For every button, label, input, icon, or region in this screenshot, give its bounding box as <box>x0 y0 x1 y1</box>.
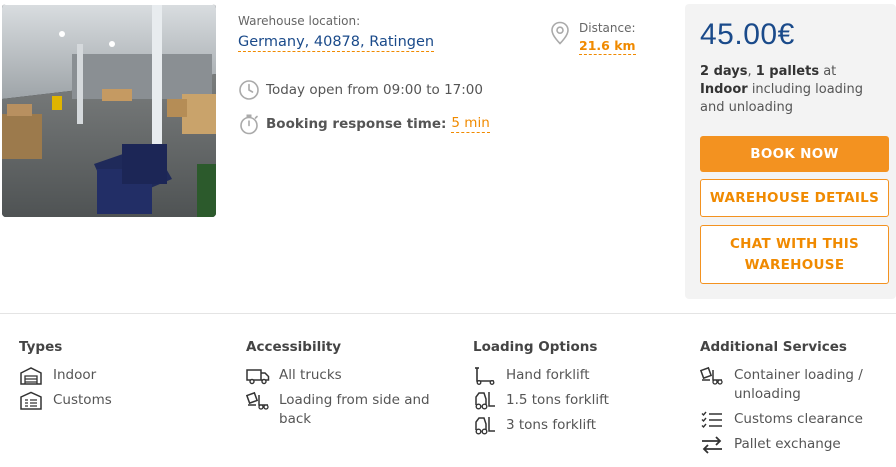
forklift-icon <box>473 416 497 435</box>
loading-1-5-tons: 1.5 tons forklift <box>506 392 609 408</box>
exchange-arrows-icon <box>700 435 724 454</box>
loading-hand-forklift: Hand forklift <box>506 367 590 383</box>
list-item: Indoor <box>19 366 219 385</box>
side-loading-icon <box>246 391 270 410</box>
distance-block: Distance: 21.6 km <box>550 21 636 55</box>
list-item: Hand forklift <box>473 366 673 385</box>
list-item: Loading from side and back <box>246 391 446 429</box>
additional-services-title: Additional Services <box>700 339 847 355</box>
offer-pallets: 1 pallets <box>755 64 820 79</box>
access-side-back: Loading from side and back <box>279 392 430 427</box>
booking-response-value: 5 min <box>451 115 490 133</box>
service-container-loading: Container loading / unloading <box>734 367 863 402</box>
warehouse-icon <box>19 366 43 385</box>
truck-icon <box>246 366 270 385</box>
types-section: Types Indoor Customs <box>19 339 219 416</box>
loading-options-section: Loading Options Hand forklift 1.5 tons f… <box>473 339 673 441</box>
container-loading-icon <box>700 366 724 385</box>
opening-hours-text: Today open from 09:00 to 17:00 <box>266 82 483 98</box>
accessibility-section: Accessibility All trucks Loading from si… <box>246 339 446 435</box>
distance-label: Distance: <box>579 21 636 35</box>
offer-at: at <box>819 64 837 79</box>
warehouse-photo[interactable] <box>2 4 216 217</box>
list-item: Pallet exchange <box>700 435 890 454</box>
list-item: 3 tons forklift <box>473 416 673 435</box>
loading-options-title: Loading Options <box>473 339 598 355</box>
list-item: All trucks <box>246 366 446 385</box>
stopwatch-icon <box>238 113 260 135</box>
book-now-button[interactable]: BOOK NOW <box>700 136 889 172</box>
booking-response-label: Booking response time: <box>266 116 447 132</box>
booking-response: Booking response time: 5 min <box>238 113 490 135</box>
distance-value: 21.6 km <box>579 38 636 55</box>
accessibility-title: Accessibility <box>246 339 342 355</box>
price-panel: 45.00€ 2 days, 1 pallets at Indoor inclu… <box>685 4 896 299</box>
offer-days: 2 days <box>700 64 748 79</box>
customs-icon <box>19 391 43 410</box>
price: 45.00€ <box>700 18 795 51</box>
location-block: Warehouse location: Germany, 40878, Rati… <box>238 14 538 52</box>
list-item: Container loading / unloading <box>700 366 890 404</box>
offer-separator: , <box>747 64 756 79</box>
list-item: 1.5 tons forklift <box>473 391 673 410</box>
forklift-icon <box>473 391 497 410</box>
type-customs: Customs <box>53 392 112 408</box>
warehouse-details-button[interactable]: WAREHOUSE DETAILS <box>700 179 889 217</box>
price-description: 2 days, 1 pallets at Indoor including lo… <box>700 63 886 117</box>
hand-forklift-icon <box>473 366 497 385</box>
loading-3-tons: 3 tons forklift <box>506 417 597 433</box>
type-indoor: Indoor <box>53 367 97 383</box>
list-item: Customs <box>19 391 219 410</box>
service-pallet-exchange: Pallet exchange <box>734 436 841 452</box>
location-link[interactable]: Germany, 40878, Ratingen <box>238 34 435 52</box>
types-title: Types <box>19 339 63 355</box>
list-item: Customs clearance <box>700 410 890 429</box>
location-label: Warehouse location: <box>238 14 361 28</box>
access-all-trucks: All trucks <box>279 367 342 383</box>
opening-hours: Today open from 09:00 to 17:00 <box>238 79 483 101</box>
chat-with-warehouse-button[interactable]: CHAT WITH THIS WAREHOUSE <box>700 225 889 284</box>
checklist-icon <box>700 410 724 429</box>
location-pin-icon <box>550 21 570 45</box>
offer-type: Indoor <box>700 82 748 97</box>
section-divider <box>0 313 896 314</box>
additional-services-section: Additional Services Container loading / … <box>700 339 890 460</box>
service-customs-clearance: Customs clearance <box>734 411 863 427</box>
clock-icon <box>238 79 260 101</box>
